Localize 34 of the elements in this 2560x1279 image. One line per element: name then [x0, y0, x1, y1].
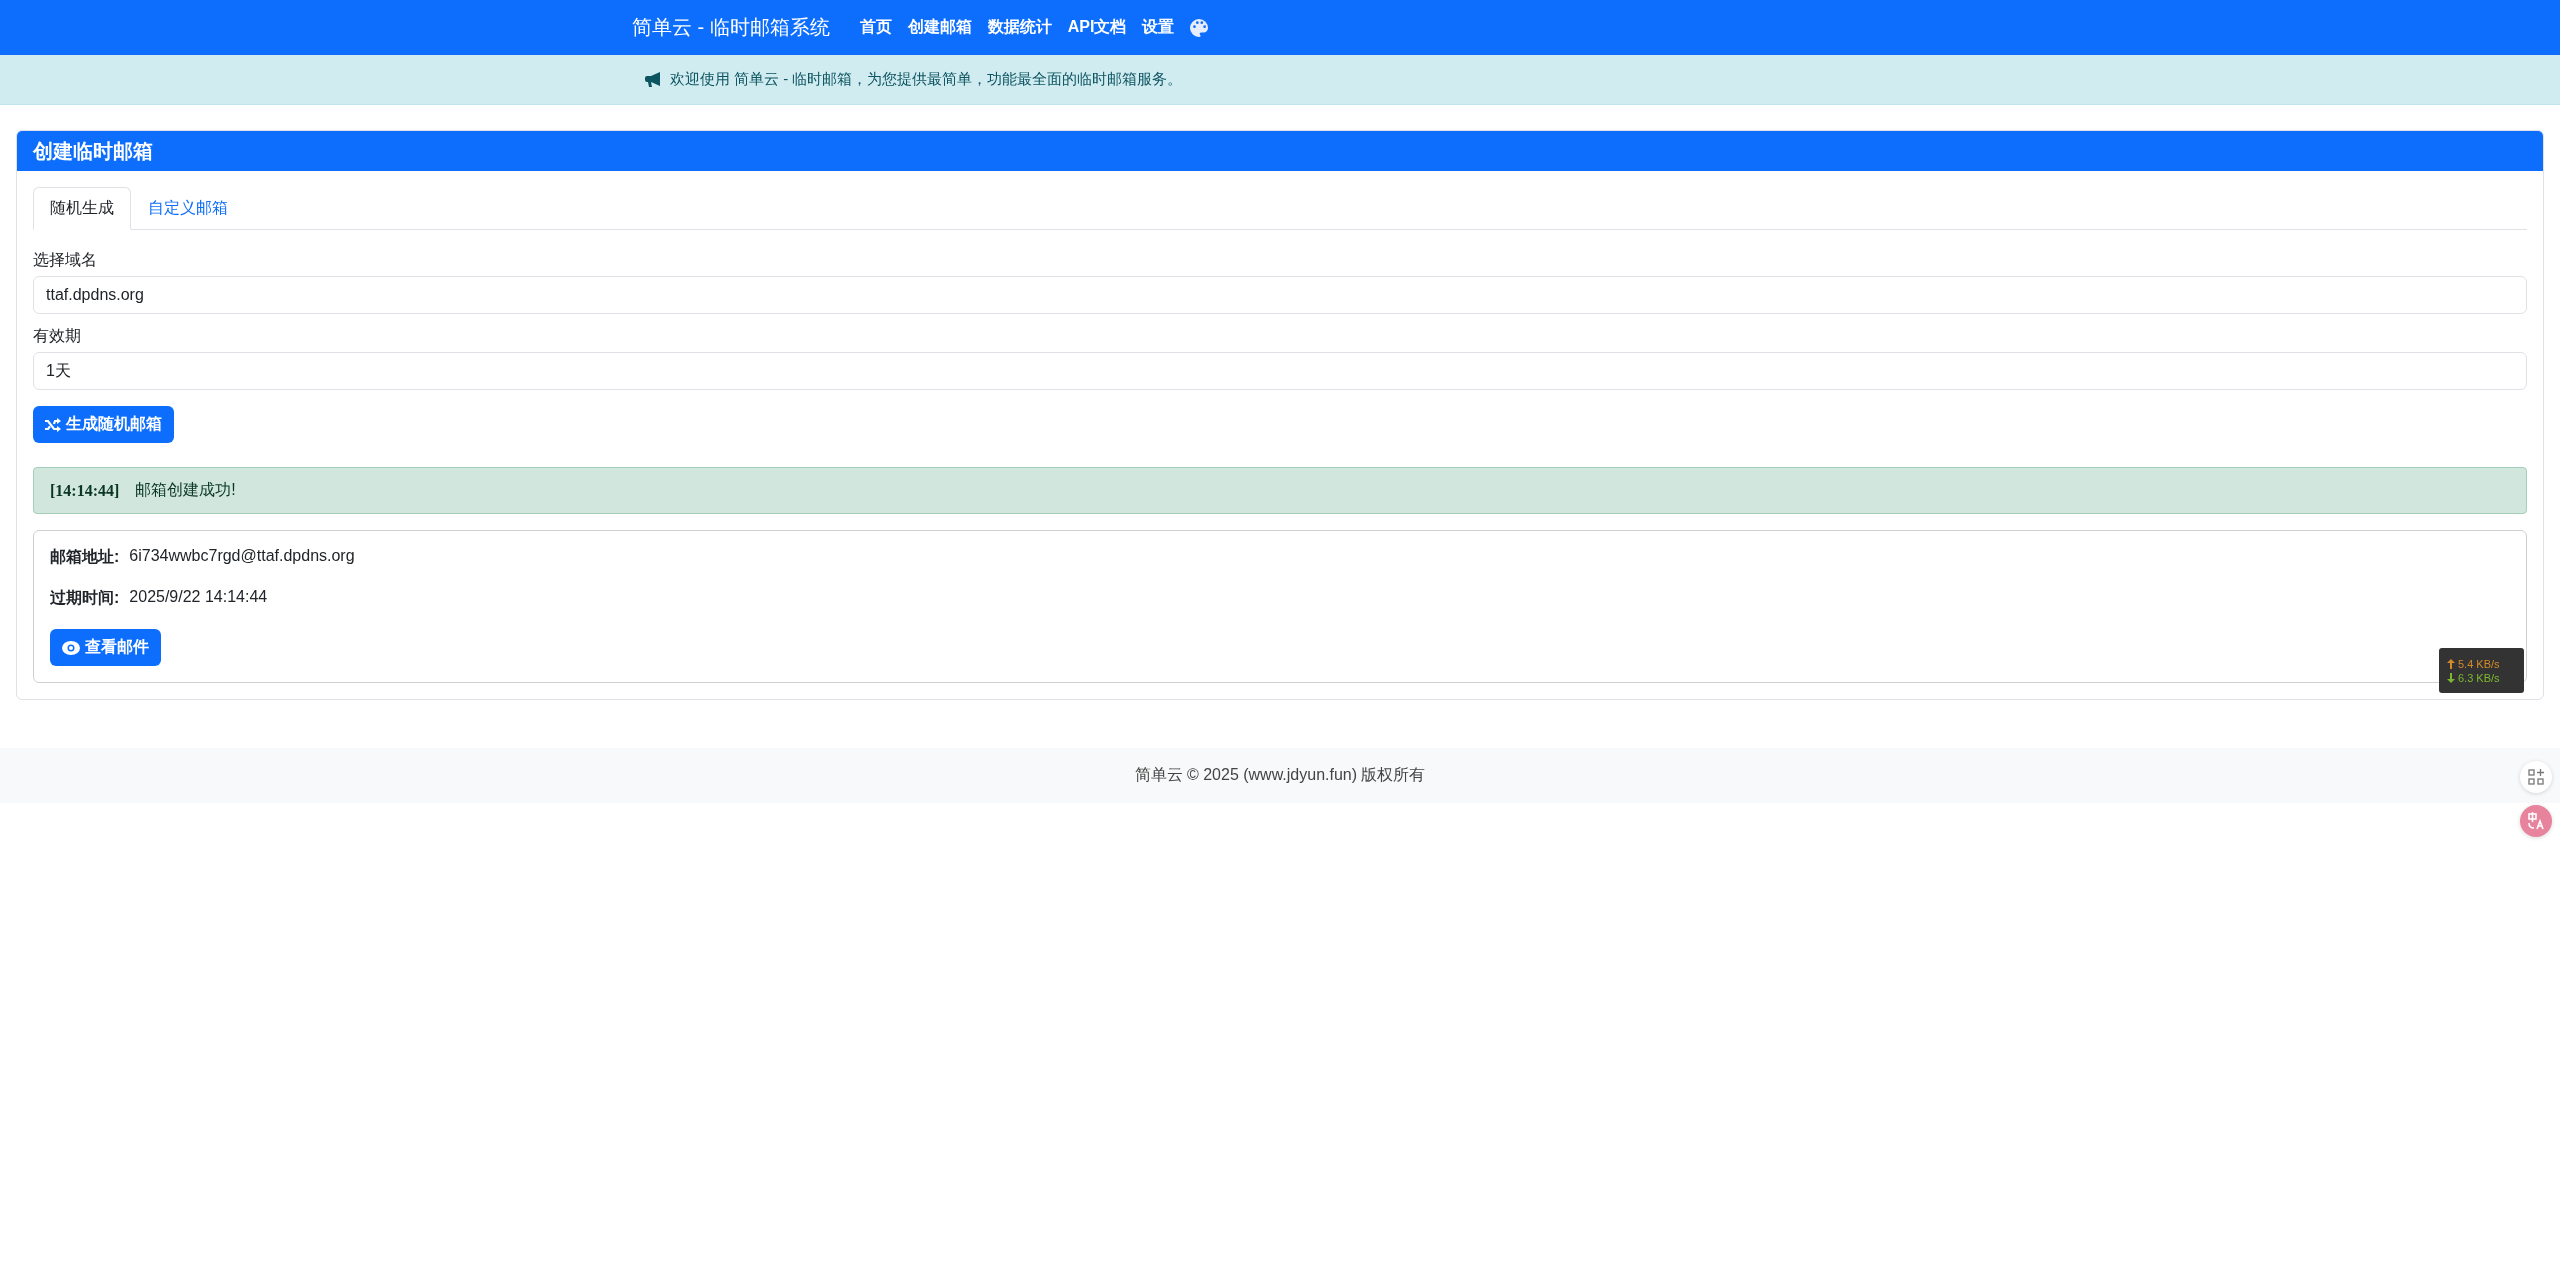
shuffle-icon: [45, 417, 61, 432]
select-field[interactable]: 1天: [33, 352, 2527, 390]
site-title[interactable]: 简单云 - 临时邮箱系统: [632, 14, 830, 41]
translate-icon: [2527, 812, 2545, 830]
generate-button[interactable]: 生成随机邮箱: [33, 406, 174, 443]
announcement-text: 欢迎使用 简单云 - 临时邮箱，为您提供最简单，功能最全面的临时邮箱服务。: [670, 70, 1183, 89]
tab[interactable]: 随机生成: [33, 187, 131, 230]
grid-icon: [2528, 769, 2544, 785]
log-text: 邮箱创建成功!: [135, 480, 236, 500]
nav-link[interactable]: 创建邮箱: [899, 9, 980, 46]
card-title: 创建临时邮箱: [17, 131, 2543, 171]
result-label: 过期时间:: [50, 588, 120, 608]
download-speed: 6.3 KB/s: [2458, 671, 2500, 684]
eye-icon: [62, 640, 80, 655]
palette-icon[interactable]: [1190, 18, 1209, 37]
upload-speed: 5.4 KB/s: [2458, 657, 2500, 670]
footer-text: 简单云 © 2025 (www.jdyun.fun) 版权所有: [1134, 765, 1426, 785]
field-label: 选择域名: [33, 250, 98, 270]
view-mail-button[interactable]: 查看邮件: [50, 629, 161, 666]
result-label: 邮箱地址:: [50, 547, 120, 567]
log-time: [14:14:44]: [50, 481, 120, 500]
nav-link[interactable]: API文档: [1059, 9, 1135, 46]
nav-link[interactable]: 数据统计: [979, 9, 1060, 46]
tab[interactable]: 自定义邮箱: [131, 187, 245, 230]
select-field[interactable]: ttaf.dpdns.org: [33, 276, 2527, 314]
field-label: 有效期: [33, 326, 82, 346]
result-value: 2025/9/22 14:14:44: [129, 588, 268, 607]
nav-link[interactable]: 首页: [851, 9, 900, 46]
nav-link[interactable]: 设置: [1134, 9, 1183, 46]
arrow-up-icon: [2447, 658, 2455, 669]
result-value: 6i734wwbc7rgd@ttaf.dpdns.org: [129, 547, 355, 566]
arrow-down-icon: [2447, 672, 2455, 683]
translate-button[interactable]: [2520, 805, 2552, 837]
megaphone-icon: [645, 72, 662, 87]
